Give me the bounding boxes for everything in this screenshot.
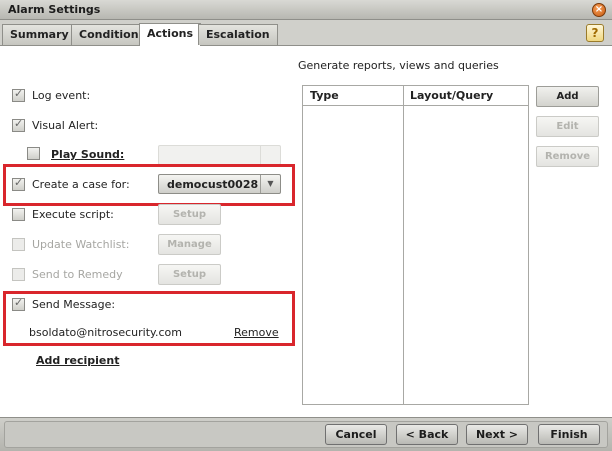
edit-report-button: Edit (536, 116, 599, 137)
visual-alert-checkbox[interactable] (12, 117, 25, 132)
add-report-button[interactable]: Add (536, 86, 599, 107)
log-event-label: Log event: (32, 89, 91, 102)
execute-script-checkbox[interactable] (12, 208, 25, 221)
send-message-checkbox[interactable] (12, 296, 25, 311)
sound-select[interactable] (158, 145, 281, 165)
tab-escalation[interactable]: Escalation (198, 24, 278, 45)
case-select[interactable]: democust0028 ▼ (158, 174, 281, 194)
remove-recipient-link[interactable]: Remove (234, 326, 279, 339)
watchlist-manage-button: Manage (158, 234, 221, 255)
visual-alert-label: Visual Alert: (32, 119, 99, 132)
case-select-value: democust0028 (167, 178, 259, 191)
tab-condition[interactable]: Condition (71, 24, 147, 45)
finish-button[interactable]: Finish (538, 424, 600, 445)
reports-table: Type Layout/Query (302, 85, 529, 405)
footer-bar: Cancel < Back Next > Finish (0, 417, 612, 451)
column-header-layout-query: Layout/Query (410, 89, 494, 102)
send-remedy-label: Send to Remedy (32, 268, 123, 281)
send-remedy-checkbox (12, 268, 25, 281)
title-bar: Alarm Settings × (0, 0, 612, 20)
actions-panel: Log event: Visual Alert: Play Sound: Cre… (0, 47, 612, 417)
reports-table-header: Type Layout/Query (303, 86, 528, 106)
create-case-checkbox[interactable] (12, 176, 25, 191)
column-divider (403, 86, 404, 404)
remedy-setup-button: Setup (158, 264, 221, 285)
execute-script-label: Execute script: (32, 208, 114, 221)
cancel-button[interactable]: Cancel (325, 424, 387, 445)
log-event-checkbox[interactable] (12, 87, 25, 102)
script-setup-button[interactable]: Setup (158, 204, 221, 225)
add-recipient-link[interactable]: Add recipient (36, 354, 119, 367)
window-title: Alarm Settings (8, 3, 101, 16)
chevron-down-icon (260, 146, 280, 164)
back-button[interactable]: < Back (396, 424, 458, 445)
reports-title: Generate reports, views and queries (298, 59, 499, 72)
update-watchlist-checkbox (12, 238, 25, 251)
create-case-label: Create a case for: (32, 178, 130, 191)
next-button[interactable]: Next > (466, 424, 528, 445)
help-icon[interactable]: ? (586, 24, 604, 42)
column-header-type: Type (310, 89, 339, 102)
recipient-email: bsoldato@nitrosecurity.com (29, 326, 182, 339)
tab-bar: Summary Condition Actions Escalation ? (0, 20, 612, 46)
send-message-label: Send Message: (32, 298, 116, 311)
tab-summary[interactable]: Summary (2, 24, 77, 45)
close-icon[interactable]: × (592, 3, 606, 17)
chevron-down-icon: ▼ (260, 175, 280, 193)
play-sound-label[interactable]: Play Sound: (51, 148, 124, 161)
tab-actions[interactable]: Actions (139, 23, 201, 46)
update-watchlist-label: Update Watchlist: (32, 238, 130, 251)
remove-report-button: Remove (536, 146, 599, 167)
play-sound-checkbox[interactable] (27, 147, 40, 160)
